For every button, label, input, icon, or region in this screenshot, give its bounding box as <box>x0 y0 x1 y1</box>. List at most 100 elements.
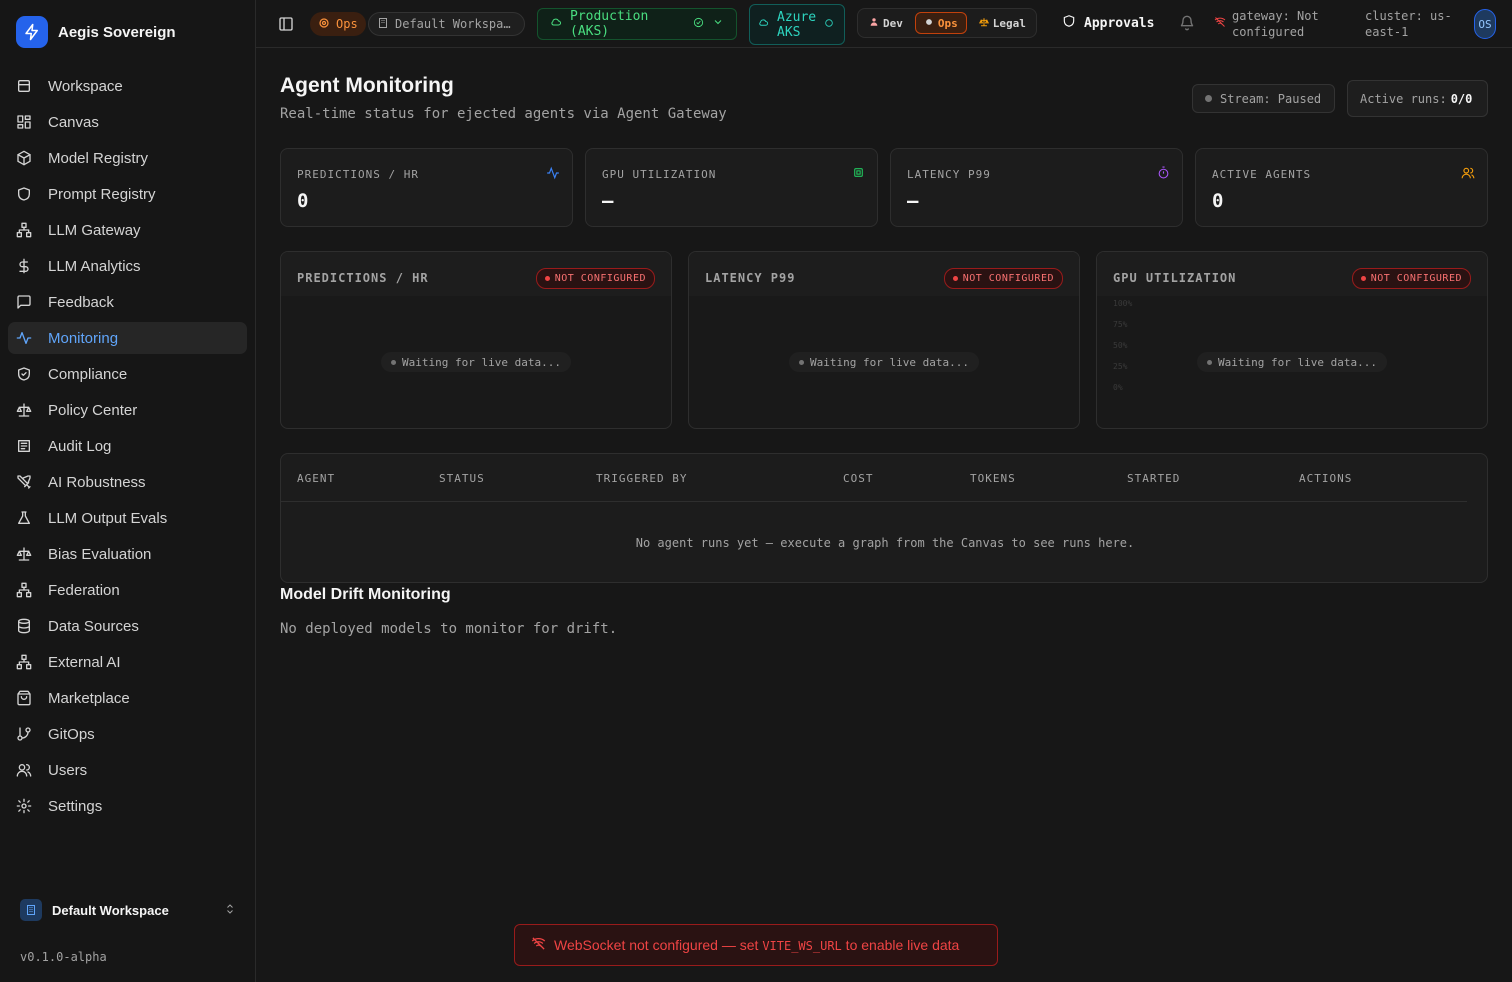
sidebar-item-policy-center[interactable]: Policy Center <box>8 394 247 426</box>
y-tick-label: 75% <box>1113 320 1128 329</box>
environment-select[interactable]: Production (AKS) <box>537 8 737 40</box>
wifi-off-icon <box>1214 16 1226 32</box>
sidebar-item-federation[interactable]: Federation <box>8 574 247 606</box>
network-icon <box>16 582 32 598</box>
sidebar-item-label: Canvas <box>48 113 99 131</box>
brand[interactable]: Aegis Sovereign <box>16 16 176 48</box>
gateway-status-label: gateway: Not configured <box>1232 8 1319 40</box>
waiting-indicator: Waiting for live data... <box>789 352 979 372</box>
persona-legal[interactable]: Legal <box>971 12 1034 34</box>
stream-status-label: Stream: Paused <box>1220 91 1322 106</box>
kpi-value: — <box>602 190 614 212</box>
sidebar-item-llm-output-evals[interactable]: LLM Output Evals <box>8 502 247 534</box>
workspace-switcher-label: Default Workspace <box>52 902 169 918</box>
table-empty-state: No agent runs yet — execute a graph from… <box>635 536 1135 550</box>
sidebar-item-label: Compliance <box>48 365 128 383</box>
sidebar-item-prompt-registry[interactable]: Prompt Registry <box>8 178 247 210</box>
network-icon <box>16 222 32 238</box>
sidebar-item-label: Monitoring <box>48 329 119 347</box>
gear-icon <box>318 17 330 32</box>
shield-icon <box>16 186 32 202</box>
cloud-provider-line1: Azure <box>777 9 817 25</box>
workspace-select[interactable]: Default Workspa… <box>368 12 525 36</box>
wifi-off-icon <box>531 936 546 954</box>
sidebar-item-bias-evaluation[interactable]: Bias Evaluation <box>8 538 247 570</box>
persona-dev[interactable]: Dev <box>861 12 911 34</box>
persona-chip-label: Ops <box>336 17 358 31</box>
workspace-switcher[interactable]: Default Workspace <box>20 898 236 922</box>
chart-header: PREDICTIONS / HR NOT CONFIGURED <box>281 252 671 296</box>
status-dot-icon <box>799 359 805 365</box>
websocket-warning-toast: WebSocket not configured — set VITE_WS_U… <box>514 924 998 966</box>
sidebar-item-external-ai[interactable]: External AI <box>8 646 247 678</box>
sidebar-toggle-icon[interactable] <box>278 16 294 32</box>
sidebar-item-audit-log[interactable]: Audit Log <box>8 430 247 462</box>
status-dot-icon <box>1360 276 1366 281</box>
y-axis-ticks: 100% 75% 50% 25% 0% <box>1113 299 1132 404</box>
sidebar-item-label: Users <box>48 761 88 779</box>
bell-icon[interactable] <box>1179 15 1195 31</box>
sidebar-item-label: External AI <box>48 653 121 671</box>
sidebar-item-label: LLM Analytics <box>48 257 141 275</box>
sidebar-item-feedback[interactable]: Feedback <box>8 286 247 318</box>
drift-empty-state: No deployed models to monitor for drift. <box>280 621 618 637</box>
sidebar-item-label: Bias Evaluation <box>48 545 152 563</box>
stream-status-badge[interactable]: Stream: Paused <box>1192 84 1335 113</box>
persona-chip[interactable]: Ops <box>310 12 366 36</box>
network-icon <box>16 654 32 670</box>
sidebar-item-compliance[interactable]: Compliance <box>8 358 247 390</box>
workspace-icon <box>16 78 32 94</box>
persona-dev-label: Dev <box>883 16 903 30</box>
status-badge-label: NOT CONFIGURED <box>554 273 646 284</box>
lightning-logo-icon <box>16 16 48 48</box>
persona-ops[interactable]: Ops <box>914 12 967 34</box>
sidebar-item-ai-robustness[interactable]: AI Robustness <box>8 466 247 498</box>
kpi-label: GPU UTILIZATION <box>602 168 717 181</box>
sidebar-item-model-registry[interactable]: Model Registry <box>8 142 247 174</box>
toast-message: WebSocket not configured — set VITE_WS_U… <box>554 937 959 953</box>
status-badge-label: NOT CONFIGURED <box>1370 273 1462 284</box>
status-badge: NOT CONFIGURED <box>535 268 655 289</box>
cloud-provider-badge[interactable]: Azure AKS <box>749 4 845 45</box>
sidebar-item-gitops[interactable]: GitOps <box>8 718 247 750</box>
sidebar-item-label: Prompt Registry <box>48 185 156 203</box>
toast-suffix: to enable live data <box>841 937 960 953</box>
approvals-button[interactable]: Approvals <box>1062 14 1154 32</box>
check-circle-icon <box>693 17 704 32</box>
status-dot-icon <box>1207 359 1213 365</box>
sidebar-item-settings[interactable]: Settings <box>8 790 247 822</box>
sidebar-item-workspace[interactable]: Workspace <box>8 70 247 102</box>
sidebar-item-label: LLM Output Evals <box>48 509 168 527</box>
waiting-label: Waiting for live data... <box>810 355 969 369</box>
agent-runs-table: AGENT STATUS TRIGGERED BY COST TOKENS ST… <box>280 453 1488 583</box>
sidebar-item-llm-analytics[interactable]: LLM Analytics <box>8 250 247 282</box>
column-header-actions: ACTIONS <box>1299 472 1353 485</box>
status-dot-icon <box>391 359 397 365</box>
cluster-status: cluster: us- east-1 <box>1365 8 1465 40</box>
waiting-indicator: Waiting for live data... <box>1197 352 1387 372</box>
sidebar-item-users[interactable]: Users <box>8 754 247 786</box>
avatar[interactable]: OS <box>1474 9 1496 39</box>
building-icon <box>20 899 42 921</box>
person-icon <box>869 17 879 30</box>
kpi-label: PREDICTIONS / HR <box>297 168 419 181</box>
scale-icon <box>978 17 989 30</box>
kpi-value: — <box>907 190 919 212</box>
sidebar-item-llm-gateway[interactable]: LLM Gateway <box>8 214 247 246</box>
sidebar-item-monitoring[interactable]: Monitoring <box>8 322 247 354</box>
sidebar-item-marketplace[interactable]: Marketplace <box>8 682 247 714</box>
cloud-provider-label: Azure AKS <box>777 10 816 40</box>
chart-header: GPU UTILIZATION NOT CONFIGURED <box>1097 252 1487 296</box>
sidebar-item-canvas[interactable]: Canvas <box>8 106 247 138</box>
gear-icon <box>924 17 934 30</box>
users-icon <box>1461 166 1475 183</box>
cluster-status-line2: east-1 <box>1365 25 1409 39</box>
active-runs-value: 0/0 <box>1450 91 1473 106</box>
persona-ops-label: Ops <box>937 16 958 30</box>
cluster-status-line1: cluster: us- <box>1365 9 1452 23</box>
building-icon <box>377 17 389 32</box>
sidebar-item-label: Feedback <box>48 293 114 311</box>
sidebar-item-data-sources[interactable]: Data Sources <box>8 610 247 642</box>
y-tick-label: 25% <box>1113 362 1128 371</box>
users-icon <box>16 762 32 778</box>
